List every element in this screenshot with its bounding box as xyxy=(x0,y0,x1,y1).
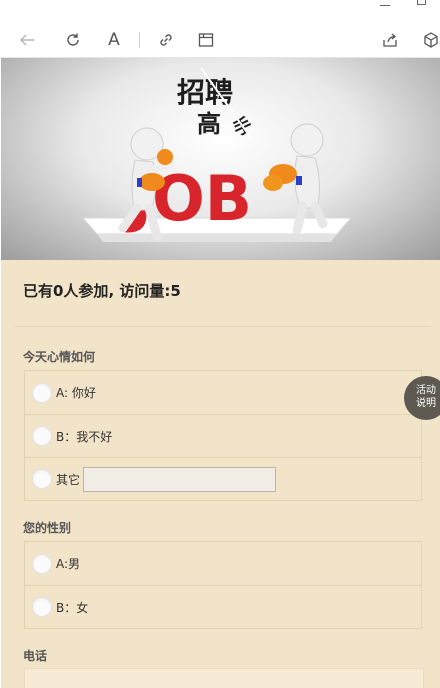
banner-title-bottom: 高 xyxy=(197,110,221,138)
link-icon[interactable] xyxy=(154,28,178,52)
radio-button[interactable] xyxy=(32,597,52,617)
right-boxer-figure xyxy=(263,123,328,235)
option-label: B：我不好 xyxy=(56,429,113,444)
option-other[interactable]: 其它 xyxy=(25,457,421,500)
option-b-not-good[interactable]: B：我不好 xyxy=(25,414,421,457)
recruitment-banner: JOB 招聘 高 手 xyxy=(1,58,440,260)
option-male[interactable]: A:男 xyxy=(25,542,421,585)
participation-stats: 已有0人参加, 访问量:5 xyxy=(23,282,181,300)
back-icon[interactable] xyxy=(15,28,39,52)
maximize-icon[interactable] xyxy=(417,0,426,5)
phone-input[interactable] xyxy=(24,668,424,688)
toolbar-divider xyxy=(139,32,140,48)
divider xyxy=(15,326,431,327)
question-gender-options: A:男 B：女 xyxy=(24,541,422,629)
radio-button[interactable] xyxy=(32,553,52,574)
survey-content: 已有0人参加, 访问量:5 今天心情如何 A: 你好 B：我不好 其它 您的性别… xyxy=(1,260,440,688)
activity-info-line2: 说明 xyxy=(416,398,436,409)
radio-button[interactable] xyxy=(32,469,52,489)
banner-illustration: JOB 招聘 高 手 xyxy=(81,67,353,242)
question-phone-title: 电话 xyxy=(23,649,48,663)
option-label: A: 你好 xyxy=(56,386,96,400)
refresh-icon[interactable] xyxy=(61,28,85,52)
question-mood-options: A: 你好 B：我不好 其它 xyxy=(24,370,422,501)
window-controls xyxy=(0,0,440,22)
read-mode-icon[interactable]: A xyxy=(102,28,126,52)
package-icon[interactable] xyxy=(419,28,440,52)
browser-toolbar: A xyxy=(0,22,440,58)
radio-button[interactable] xyxy=(32,382,52,403)
read-mode-glyph: A xyxy=(108,30,120,50)
option-female[interactable]: B：女 xyxy=(25,585,421,628)
other-text-input[interactable] xyxy=(83,466,277,492)
activity-info-button[interactable]: 活动 说明 xyxy=(404,376,440,420)
option-a-hello[interactable]: A: 你好 xyxy=(25,371,421,414)
option-label: B：女 xyxy=(56,600,89,615)
banner-title-top: 招聘 xyxy=(177,76,233,109)
minimize-icon[interactable] xyxy=(380,0,390,6)
share-icon[interactable] xyxy=(378,28,402,52)
question-mood-title: 今天心情如何 xyxy=(23,350,96,364)
activity-info-line1: 活动 xyxy=(416,385,436,396)
option-label: 其它 xyxy=(56,472,81,487)
radio-button[interactable] xyxy=(32,426,52,446)
option-label: A:男 xyxy=(56,557,81,571)
question-gender-title: 您的性别 xyxy=(23,521,72,535)
window-icon[interactable] xyxy=(194,28,218,52)
